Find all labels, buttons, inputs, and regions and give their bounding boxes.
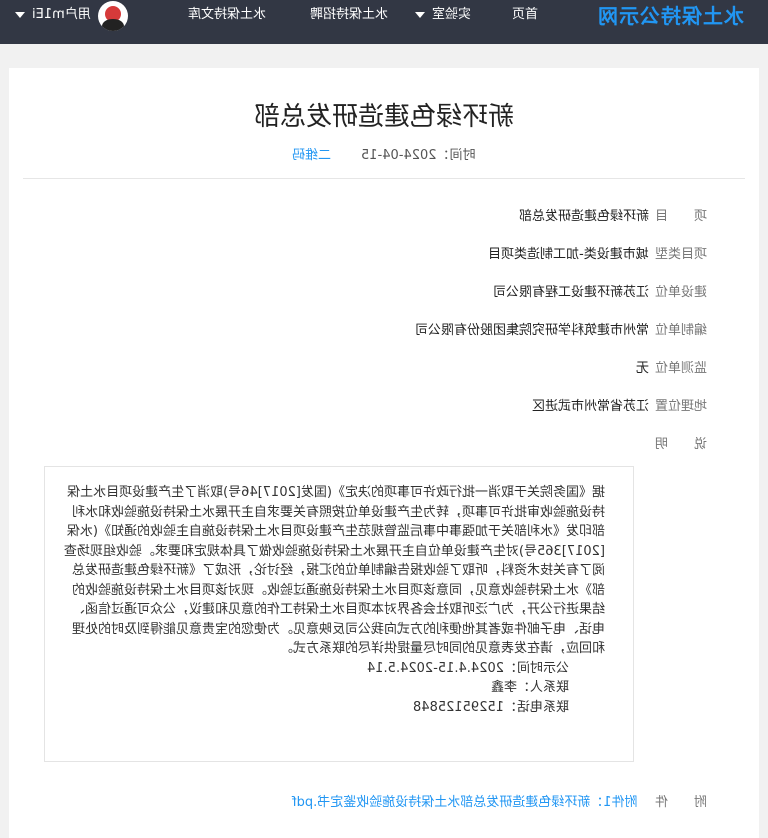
avatar[interactable] — [98, 1, 128, 31]
info-row-compiler: 常州市建筑科学研究院集团股份有限公司 编制单位 — [9, 320, 759, 342]
attachment-row: 附件1：新环绿色建造研发总部水土保持设施验收鉴定书.pdf 附 件 — [9, 792, 759, 814]
info-label: 项目类型 — [654, 247, 707, 262]
info-value: 江苏新环建设工程有限公司 — [492, 285, 649, 300]
site-logo[interactable]: 水土保持公示网 — [597, 2, 744, 30]
info-row-location: 江苏省常州市武进区 地理位置 — [9, 396, 759, 418]
contact-phone: 联系电话：15295125848 — [413, 699, 569, 715]
avatar-body — [102, 19, 124, 31]
info-value: 城市建设类-加工制造类项目 — [488, 247, 649, 262]
article-meta: 二维码 时间：2024-04-15 — [9, 144, 759, 163]
nav-lab[interactable]: 实验室 — [412, 0, 471, 30]
description-paragraph: 据《国务院关于取消一批行政许可事项的决定》(国发[2017]46号)取消了生产建… — [63, 485, 605, 656]
attachment-label: 附 件 — [654, 795, 707, 810]
nav-home[interactable]: 首页 — [512, 0, 538, 30]
info-value: 江苏省常州市武进区 — [531, 399, 649, 414]
info-row-builder: 江苏新环建设工程有限公司 建设单位 — [9, 282, 759, 304]
qrcode-link[interactable]: 二维码 — [292, 144, 331, 163]
info-row-monitor: 无 监测单位 — [9, 358, 759, 380]
info-label: 编制单位 — [654, 323, 707, 338]
info-row-type: 城市建设类-加工制造类项目 项目类型 — [9, 244, 759, 266]
divider — [23, 178, 745, 179]
contact-person: 联系人：李鑫 — [490, 680, 569, 695]
info-value: 常州市建筑科学研究院集团股份有限公司 — [414, 323, 649, 338]
description-text: 据《国务院关于取消一批行政许可事项的决定》(国发[2017]46号)取消了生产建… — [61, 483, 605, 717]
page-title: 新环绿色建造研发总部 — [253, 102, 514, 132]
attachment-link[interactable]: 附件1：新环绿色建造研发总部水土保持设施验收鉴定书.pdf — [292, 792, 637, 814]
article-card: 新环绿色建造研发总部 二维码 时间：2024-04-15 新环绿色建造研发总部 … — [9, 68, 759, 838]
info-label: 建设单位 — [654, 285, 707, 300]
publicity-period: 公示时间：2024.4.15-2024.5.14 — [366, 660, 569, 676]
info-row-project: 新环绿色建造研发总部 项 目 — [9, 206, 759, 228]
info-label: 地理位置 — [654, 399, 707, 414]
info-value: 新环绿色建造研发总部 — [518, 209, 649, 224]
chevron-down-icon — [15, 11, 25, 18]
info-label: 项 目 — [654, 209, 707, 224]
description-box: 据《国务院关于取消一批行政许可事项的决定》(国发[2017]46号)取消了生产建… — [44, 466, 634, 762]
chevron-down-icon — [414, 11, 425, 18]
info-label: 监测单位 — [654, 361, 707, 376]
publish-time: 时间：2024-04-15 — [361, 148, 476, 163]
user-menu[interactable]: 用户m1Ei — [12, 0, 91, 30]
info-label: 说 明 — [654, 437, 707, 452]
nav-library[interactable]: 水土保持文库 — [188, 0, 266, 30]
top-navbar: 水土保持公示网 首页 实验室 水土保持招聘 水土保持文库 用户m1Ei — [0, 0, 768, 44]
info-row-description: 说 明 — [9, 434, 759, 456]
nav-recruit[interactable]: 水土保持招聘 — [310, 0, 388, 30]
